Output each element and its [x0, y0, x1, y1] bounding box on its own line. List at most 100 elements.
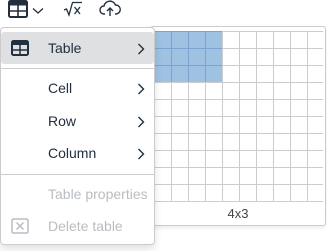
grid-cell[interactable] [222, 150, 240, 168]
grid-cell[interactable] [307, 82, 324, 100]
grid-cell[interactable] [239, 65, 257, 83]
menu-item-table[interactable]: Table [1, 32, 154, 64]
grid-cell[interactable] [273, 48, 291, 66]
grid-cell[interactable] [256, 133, 274, 151]
grid-cell[interactable] [188, 167, 206, 185]
grid-cell[interactable] [154, 99, 172, 117]
grid-cell[interactable] [290, 82, 308, 100]
grid-cell[interactable] [222, 99, 240, 117]
grid-cell[interactable] [307, 65, 324, 83]
grid-cell[interactable] [290, 99, 308, 117]
grid-cell[interactable] [273, 184, 291, 202]
grid-cell[interactable] [154, 48, 172, 66]
grid-cell[interactable] [273, 31, 291, 49]
grid-cell[interactable] [154, 65, 172, 83]
grid-cell[interactable] [307, 133, 324, 151]
cloud-upload-button[interactable] [95, 0, 125, 22]
grid-cell[interactable] [222, 31, 240, 49]
grid-cell[interactable] [188, 133, 206, 151]
grid-cell[interactable] [239, 99, 257, 117]
grid-cell[interactable] [188, 48, 206, 66]
grid-cell[interactable] [188, 65, 206, 83]
grid-cell[interactable] [239, 133, 257, 151]
grid-cell[interactable] [290, 133, 308, 151]
grid-cell[interactable] [188, 184, 206, 202]
grid-cell[interactable] [222, 82, 240, 100]
menu-item-row[interactable]: Row [1, 105, 154, 137]
grid-cell[interactable] [205, 133, 223, 151]
table-toolbar-button[interactable] [3, 0, 49, 22]
grid-cell[interactable] [171, 167, 189, 185]
grid-cell[interactable] [273, 167, 291, 185]
grid-cell[interactable] [222, 48, 240, 66]
grid-cell[interactable] [290, 65, 308, 83]
grid-cell[interactable] [290, 31, 308, 49]
menu-item-cell[interactable]: Cell [1, 72, 154, 104]
grid-cell[interactable] [307, 48, 324, 66]
grid-cells[interactable] [151, 31, 323, 207]
grid-cell[interactable] [222, 184, 240, 202]
grid-cell[interactable] [188, 31, 206, 49]
grid-cell[interactable] [188, 99, 206, 117]
grid-cell[interactable] [188, 150, 206, 168]
grid-cell[interactable] [273, 65, 291, 83]
grid-cell[interactable] [205, 65, 223, 83]
grid-cell[interactable] [205, 184, 223, 202]
grid-cell[interactable] [273, 150, 291, 168]
grid-cell[interactable] [171, 48, 189, 66]
grid-cell[interactable] [256, 82, 274, 100]
grid-cell[interactable] [171, 99, 189, 117]
grid-cell[interactable] [154, 184, 172, 202]
grid-cell[interactable] [256, 116, 274, 134]
grid-cell[interactable] [154, 31, 172, 49]
grid-cell[interactable] [256, 150, 274, 168]
grid-cell[interactable] [290, 48, 308, 66]
grid-cell[interactable] [222, 65, 240, 83]
grid-cell[interactable] [239, 82, 257, 100]
grid-cell[interactable] [256, 184, 274, 202]
grid-cell[interactable] [205, 82, 223, 100]
grid-cell[interactable] [171, 133, 189, 151]
grid-cell[interactable] [154, 150, 172, 168]
grid-cell[interactable] [256, 31, 274, 49]
grid-cell[interactable] [239, 150, 257, 168]
grid-cell[interactable] [154, 167, 172, 185]
grid-cell[interactable] [239, 116, 257, 134]
grid-cell[interactable] [239, 31, 257, 49]
grid-cell[interactable] [290, 150, 308, 168]
grid-cell[interactable] [290, 116, 308, 134]
grid-cell[interactable] [171, 82, 189, 100]
grid-cell[interactable] [256, 65, 274, 83]
grid-cell[interactable] [205, 48, 223, 66]
grid-cell[interactable] [171, 65, 189, 83]
grid-cell[interactable] [205, 150, 223, 168]
grid-cell[interactable] [307, 99, 324, 117]
grid-cell[interactable] [154, 133, 172, 151]
grid-cell[interactable] [171, 116, 189, 134]
grid-cell[interactable] [171, 184, 189, 202]
grid-cell[interactable] [239, 184, 257, 202]
grid-cell[interactable] [239, 167, 257, 185]
grid-cell[interactable] [307, 116, 324, 134]
grid-cell[interactable] [273, 116, 291, 134]
grid-cell[interactable] [222, 133, 240, 151]
grid-cell[interactable] [205, 99, 223, 117]
grid-cell[interactable] [290, 184, 308, 202]
grid-cell[interactable] [205, 116, 223, 134]
grid-cell[interactable] [222, 167, 240, 185]
grid-cell[interactable] [273, 99, 291, 117]
grid-cell[interactable] [273, 82, 291, 100]
grid-cell[interactable] [256, 48, 274, 66]
grid-cell[interactable] [307, 167, 324, 185]
grid-cell[interactable] [154, 116, 172, 134]
grid-cell[interactable] [307, 150, 324, 168]
math-equation-button[interactable] [58, 0, 88, 22]
grid-cell[interactable] [188, 82, 206, 100]
grid-cell[interactable] [171, 31, 189, 49]
grid-cell[interactable] [239, 48, 257, 66]
grid-cell[interactable] [205, 167, 223, 185]
grid-cell[interactable] [188, 116, 206, 134]
grid-cell[interactable] [205, 31, 223, 49]
grid-cell[interactable] [222, 116, 240, 134]
grid-cell[interactable] [256, 167, 274, 185]
